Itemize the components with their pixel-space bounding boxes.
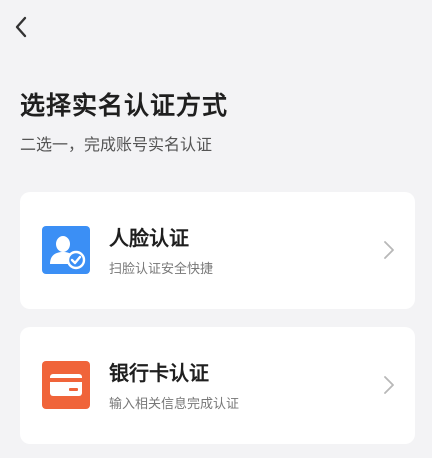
face-verify-icon-tile — [42, 226, 90, 274]
face-verification-option[interactable]: 人脸认证 扫脸认证安全快捷 — [20, 192, 415, 309]
back-button[interactable] — [8, 12, 34, 42]
page-title: 选择实名认证方式 — [20, 91, 229, 120]
bank-card-icon — [50, 374, 82, 396]
face-verify-icon — [50, 236, 86, 270]
chevron-left-icon — [15, 16, 27, 38]
face-verification-title: 人脸认证 — [109, 226, 189, 250]
face-verification-desc: 扫脸认证安全快捷 — [109, 262, 214, 277]
bank-card-verification-option[interactable]: 银行卡认证 输入相关信息完成认证 — [20, 327, 415, 444]
bank-card-verification-title: 银行卡认证 — [109, 361, 209, 385]
chevron-right-icon — [384, 376, 394, 394]
bank-card-icon-tile — [42, 361, 90, 409]
page-subtitle: 二选一，完成账号实名认证 — [20, 135, 213, 154]
bank-card-verification-desc: 输入相关信息完成认证 — [109, 397, 240, 412]
chevron-right-icon — [384, 241, 394, 259]
